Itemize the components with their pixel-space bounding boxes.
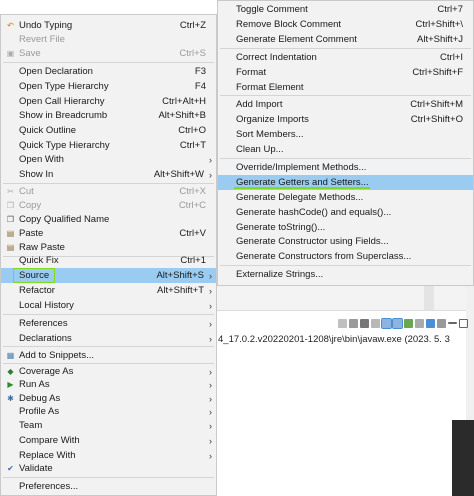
submenu-arrow-icon: › [209, 333, 212, 344]
submenu-arrow-icon: › [209, 270, 212, 281]
submenu-arrow-icon: › [209, 450, 212, 461]
menu-item-revert-file[interactable]: Revert File [1, 32, 216, 47]
scroll-lock-icon[interactable] [381, 317, 392, 329]
menu-item-copy-qualified-name[interactable]: ❐ Copy Qualified Name [1, 212, 216, 227]
minimize-icon[interactable] [448, 322, 457, 324]
menu-separator [220, 48, 471, 49]
menu-item-generate-constructor-using-fields[interactable]: Generate Constructor using Fields... [218, 234, 473, 249]
submenu-arrow-icon: › [209, 406, 212, 417]
submenu-arrow-icon: › [209, 169, 212, 180]
menu-item-quick-outline[interactable]: Quick Outline Ctrl+O [1, 123, 216, 138]
run-icon: ▶ [7, 380, 14, 389]
menu-item-remove-block-comment[interactable]: Remove Block Comment Ctrl+Shift+\ [218, 17, 473, 32]
menu-item-declarations[interactable]: Declarations › [1, 331, 216, 346]
terminate-icon[interactable] [338, 318, 347, 328]
menu-item-quick-fix[interactable]: Quick Fix Ctrl+1 [1, 253, 216, 268]
menu-item-sort-members[interactable]: Sort Members... [218, 127, 473, 142]
menu-separator [220, 158, 471, 159]
menu-item-open-declaration[interactable]: Open Declaration F3 [1, 64, 216, 79]
menu-item-organize-imports[interactable]: Organize Imports Ctrl+Shift+O [218, 112, 473, 127]
submenu-arrow-icon: › [209, 154, 212, 165]
menu-item-format[interactable]: Format Ctrl+Shift+F [218, 65, 473, 80]
menu-item-refactor[interactable]: Refactor Alt+Shift+T › [1, 283, 216, 298]
snippet-icon: ▦ [6, 351, 15, 360]
menu-item-run-as[interactable]: ▶ Run As › [1, 377, 216, 392]
pin-console-icon[interactable] [415, 318, 424, 328]
menu-item-show-in-breadcrumb[interactable]: Show in Breadcrumb Alt+Shift+B [1, 108, 216, 123]
raw-paste-icon: ▤ [6, 243, 15, 252]
menu-item-open-type-hierarchy[interactable]: Open Type Hierarchy F4 [1, 79, 216, 94]
menu-separator [3, 477, 214, 478]
menu-item-save[interactable]: ▣ Save Ctrl+S [1, 46, 216, 61]
cut-icon: ✂ [7, 187, 14, 196]
menu-item-override-implement-methods[interactable]: Override/Implement Methods... [218, 160, 473, 175]
menu-item-validate[interactable]: ✔ Validate [1, 461, 216, 476]
remove-all-icon[interactable] [360, 318, 369, 328]
menu-item-cut[interactable]: ✂ Cut Ctrl+X [1, 184, 216, 199]
menu-item-open-with[interactable]: Open With › [1, 152, 216, 167]
menu-item-undo-typing[interactable]: ↶ Undo Typing Ctrl+Z [1, 18, 216, 33]
editor-context-menu: ↶ Undo Typing Ctrl+Z Revert File ▣ Save … [0, 14, 217, 496]
menu-item-generate-delegate-methods[interactable]: Generate Delegate Methods... [218, 190, 473, 205]
submenu-arrow-icon: › [209, 379, 212, 390]
menu-item-open-call-hierarchy[interactable]: Open Call Hierarchy Ctrl+Alt+H [1, 94, 216, 109]
editor-background [216, 280, 474, 496]
menu-item-correct-indentation[interactable]: Correct Indentation Ctrl+I [218, 50, 473, 65]
clear-console-icon[interactable] [371, 318, 380, 328]
open-console-icon[interactable] [437, 318, 446, 328]
source-highlight-marker [13, 268, 55, 283]
menu-item-compare-with[interactable]: Compare With › [1, 433, 216, 448]
paste-icon: ▤ [6, 229, 15, 238]
word-wrap-icon[interactable] [392, 317, 403, 329]
menu-item-preferences[interactable]: Preferences... [1, 479, 216, 494]
display-console-icon[interactable] [426, 318, 435, 328]
submenu-arrow-icon: › [209, 300, 212, 311]
menu-item-generate-constructors-from-superclass[interactable]: Generate Constructors from Superclass... [218, 249, 473, 264]
submenu-arrow-icon: › [209, 318, 212, 329]
copy-qualified-name-icon: ❐ [6, 215, 15, 224]
menu-item-team[interactable]: Team › [1, 418, 216, 433]
menu-item-generate-tostring[interactable]: Generate toString()... [218, 220, 473, 235]
menu-item-toggle-comment[interactable]: Toggle Comment Ctrl+7 [218, 2, 473, 17]
menu-item-add-to-snippets[interactable]: ▦ Add to Snippets... [1, 348, 216, 363]
show-on-output-icon[interactable] [404, 318, 413, 328]
menu-item-quick-type-hierarchy[interactable]: Quick Type Hierarchy Ctrl+T [1, 138, 216, 153]
menu-separator [3, 314, 214, 315]
menu-separator [220, 95, 471, 96]
getters-setters-highlight-marker [234, 187, 370, 189]
validate-checkmark-icon: ✔ [7, 464, 14, 473]
menu-item-externalize-strings[interactable]: Externalize Strings... [218, 267, 473, 282]
menu-item-references[interactable]: References › [1, 316, 216, 331]
editor-scrollbar[interactable] [424, 286, 434, 310]
dark-panel [452, 420, 474, 496]
undo-icon: ↶ [7, 21, 14, 30]
menu-separator [220, 265, 471, 266]
menu-item-copy[interactable]: ❐ Copy Ctrl+C [1, 198, 216, 213]
submenu-arrow-icon: › [209, 285, 212, 296]
save-icon: ▣ [6, 49, 15, 58]
submenu-arrow-icon: › [209, 366, 212, 377]
coverage-icon: ◆ [7, 367, 14, 376]
menu-separator [3, 62, 214, 63]
remove-launch-icon[interactable] [349, 318, 358, 328]
console-toolbar [218, 316, 474, 330]
menu-item-show-in[interactable]: Show In Alt+Shift+W › [1, 167, 216, 182]
submenu-arrow-icon: › [209, 435, 212, 446]
console-launch-path: 4_17.0.2.v20220201-1208\jre\bin\javaw.ex… [218, 334, 450, 345]
menu-item-profile-as[interactable]: Profile As › [1, 404, 216, 419]
menu-item-format-element[interactable]: Format Element [218, 80, 473, 95]
copy-icon: ❐ [6, 201, 15, 210]
menu-item-clean-up[interactable]: Clean Up... [218, 142, 473, 157]
menu-item-generate-hashcode-equals[interactable]: Generate hashCode() and equals()... [218, 205, 473, 220]
menu-item-add-import[interactable]: Add Import Ctrl+Shift+M [218, 97, 473, 112]
maximize-icon[interactable] [459, 318, 468, 328]
menu-item-paste[interactable]: ▤ Paste Ctrl+V [1, 226, 216, 241]
submenu-arrow-icon: › [209, 393, 212, 404]
menu-item-local-history[interactable]: Local History › [1, 298, 216, 313]
source-submenu: Toggle Comment Ctrl+7 Remove Block Comme… [217, 0, 474, 286]
submenu-arrow-icon: › [209, 420, 212, 431]
menu-separator [3, 346, 214, 347]
menu-item-generate-element-comment[interactable]: Generate Element Comment Alt+Shift+J [218, 32, 473, 47]
debug-icon: ✱ [7, 394, 14, 403]
